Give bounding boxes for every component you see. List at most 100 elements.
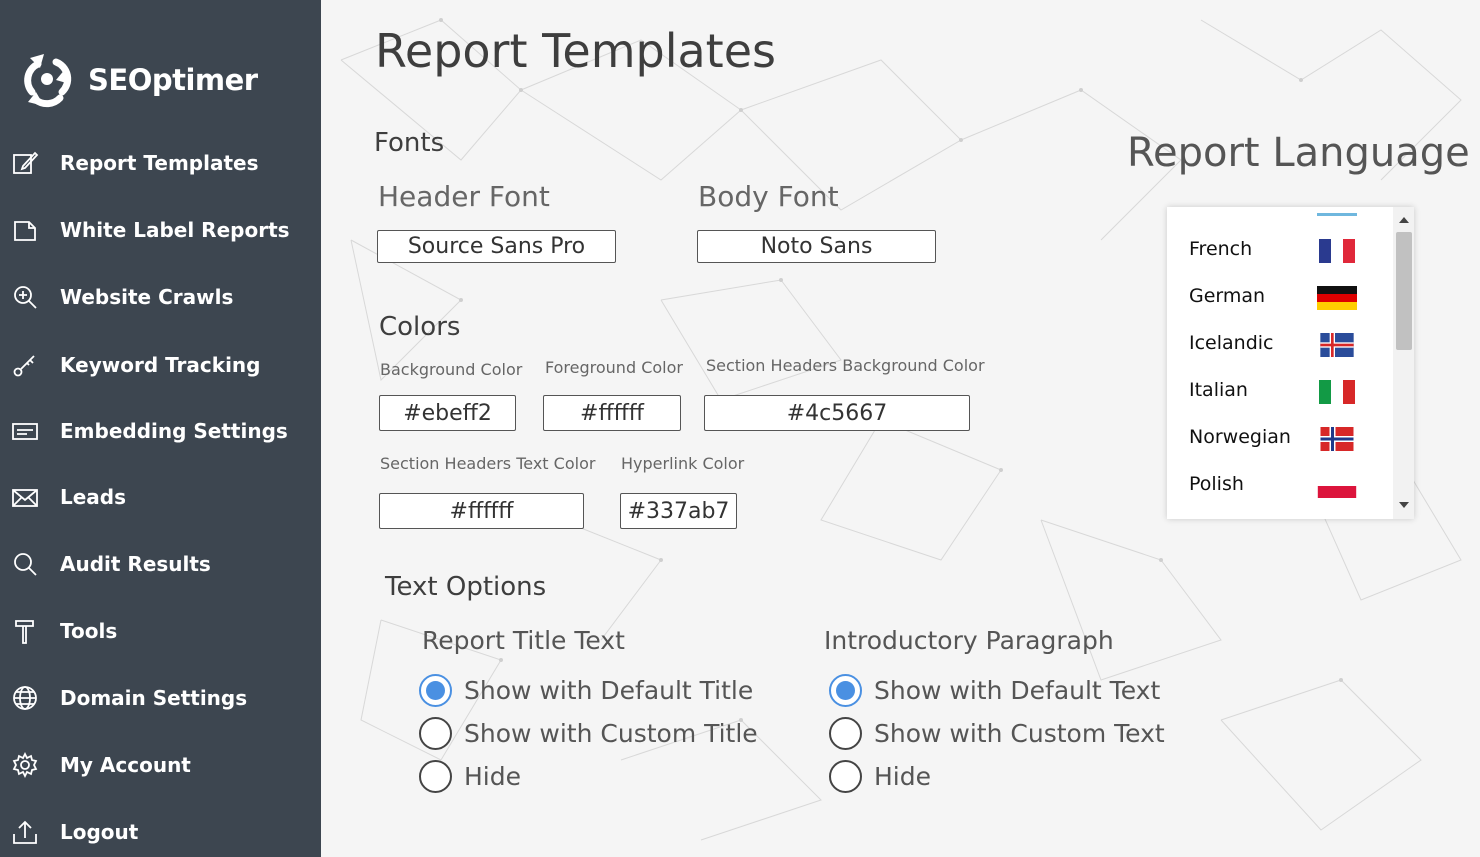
sidebar-item-label: Website Crawls xyxy=(60,285,234,309)
section-headers-text-color-input[interactable]: #ffffff xyxy=(379,493,584,529)
header-font-input[interactable]: Source Sans Pro xyxy=(377,230,616,263)
sidebar-item-label: Report Templates xyxy=(60,151,259,175)
main-content: Report Templates Fonts Header Font Sourc… xyxy=(321,0,1480,857)
hyperlink-color-input[interactable]: #337ab7 xyxy=(620,493,737,529)
partial-flag xyxy=(1317,213,1357,216)
sidebar-item-label: My Account xyxy=(60,753,191,777)
header-font-label: Header Font xyxy=(378,180,550,213)
radio-label: Show with Default Text xyxy=(874,676,1161,705)
italy-flag-icon xyxy=(1319,380,1355,404)
brand-logo[interactable]: SEOptimer xyxy=(16,48,258,112)
hyperlink-color-label: Hyperlink Color xyxy=(621,454,745,473)
norway-flag-icon xyxy=(1320,427,1354,451)
body-font-label: Body Font xyxy=(698,180,839,213)
poland-flag-icon xyxy=(1317,474,1357,498)
language-item-icelandic[interactable]: Icelandic xyxy=(1167,321,1392,368)
sidebar-item-my-account[interactable]: My Account xyxy=(0,742,321,788)
radio-button[interactable] xyxy=(419,717,452,750)
radio-label: Show with Custom Title xyxy=(464,719,758,748)
sidebar-item-domain-settings[interactable]: Domain Settings xyxy=(0,675,321,721)
body-font-input[interactable]: Noto Sans xyxy=(697,230,936,263)
report-title-text-label: Report Title Text xyxy=(422,626,625,655)
sidebar-item-label: Leads xyxy=(60,485,127,509)
sidebar-item-label: Keyword Tracking xyxy=(60,353,261,377)
section-headers-bg-color-label: Section Headers Background Color xyxy=(706,356,985,375)
background-color-label: Background Color xyxy=(380,360,523,379)
page-title: Report Templates xyxy=(375,24,776,78)
radio-button[interactable] xyxy=(829,717,862,750)
fonts-section-title: Fonts xyxy=(374,128,445,158)
radio-hide-text[interactable]: Hide xyxy=(829,760,931,793)
gear-icon xyxy=(11,751,39,779)
radio-button[interactable] xyxy=(829,760,862,793)
radio-button[interactable] xyxy=(419,760,452,793)
radio-label: Show with Default Title xyxy=(464,676,754,705)
report-language-title: Report Language xyxy=(1127,130,1470,176)
foreground-color-input[interactable]: #ffffff xyxy=(543,395,681,431)
germany-flag-icon xyxy=(1317,286,1357,310)
sidebar-item-tools[interactable]: Tools xyxy=(0,608,321,654)
radio-label: Hide xyxy=(464,762,521,791)
iceland-flag-icon xyxy=(1320,333,1354,357)
intro-paragraph-label: Introductory Paragraph xyxy=(824,626,1114,655)
search-icon xyxy=(11,550,39,578)
embed-icon xyxy=(11,417,39,445)
foreground-color-label: Foreground Color xyxy=(545,358,683,377)
language-list[interactable]: French German Icelandic Italian Norwegia… xyxy=(1167,207,1414,519)
sidebar-item-label: Embedding Settings xyxy=(60,419,288,443)
edit-icon xyxy=(11,149,39,177)
sidebar-item-website-crawls[interactable]: Website Crawls xyxy=(0,274,321,320)
logout-icon xyxy=(11,818,39,846)
key-icon xyxy=(11,351,39,379)
sidebar-item-logout[interactable]: Logout xyxy=(0,809,321,855)
radio-custom-title[interactable]: Show with Custom Title xyxy=(419,717,758,750)
sidebar-item-leads[interactable]: Leads xyxy=(0,474,321,520)
radio-button[interactable] xyxy=(829,674,862,707)
radio-default-text[interactable]: Show with Default Text xyxy=(829,674,1160,707)
mail-icon xyxy=(11,483,39,511)
seoptimer-logo-icon xyxy=(24,54,72,108)
language-scrollbar-thumb[interactable] xyxy=(1396,232,1412,350)
radio-button[interactable] xyxy=(419,674,452,707)
sidebar-item-label: Logout xyxy=(60,820,139,844)
zoom-in-icon xyxy=(11,283,39,311)
sidebar-item-label: Tools xyxy=(60,619,118,643)
section-headers-text-color-label: Section Headers Text Color xyxy=(380,454,596,473)
brand-name: SEOptimer xyxy=(88,63,258,97)
language-name: Norwegian xyxy=(1189,426,1291,448)
language-name: German xyxy=(1189,285,1266,307)
background-color-input[interactable]: #ebeff2 xyxy=(379,395,516,431)
language-item-french[interactable]: French xyxy=(1167,227,1392,274)
language-name: Italian xyxy=(1189,379,1248,401)
language-name: Icelandic xyxy=(1189,332,1274,354)
language-item-norwegian[interactable]: Norwegian xyxy=(1167,415,1392,462)
globe-icon xyxy=(11,684,39,712)
sidebar: SEOptimer Report Templates White Label R… xyxy=(0,0,321,857)
radio-hide-title[interactable]: Hide xyxy=(419,760,521,793)
sidebar-item-report-templates[interactable]: Report Templates xyxy=(0,140,321,186)
radio-default-title[interactable]: Show with Default Title xyxy=(419,674,753,707)
language-item-polish[interactable]: Polish xyxy=(1167,462,1392,509)
sidebar-item-audit-results[interactable]: Audit Results xyxy=(0,541,321,587)
text-options-section-title: Text Options xyxy=(385,572,547,602)
radio-custom-text[interactable]: Show with Custom Text xyxy=(829,717,1165,750)
radio-label: Hide xyxy=(874,762,931,791)
colors-section-title: Colors xyxy=(379,312,461,342)
section-headers-bg-color-input[interactable]: #4c5667 xyxy=(704,395,970,431)
sidebar-item-label: Audit Results xyxy=(60,552,211,576)
language-name: Polish xyxy=(1189,473,1244,495)
radio-label: Show with Custom Text xyxy=(874,719,1165,748)
sidebar-item-embedding-settings[interactable]: Embedding Settings xyxy=(0,408,321,454)
sidebar-item-label: Domain Settings xyxy=(60,686,248,710)
document-icon xyxy=(11,216,39,244)
language-name: French xyxy=(1189,238,1253,260)
france-flag-icon xyxy=(1319,239,1355,263)
scroll-up-arrow-icon[interactable] xyxy=(1396,213,1412,227)
language-item-german[interactable]: German xyxy=(1167,274,1392,321)
sidebar-item-label: White Label Reports xyxy=(60,218,290,242)
sidebar-item-keyword-tracking[interactable]: Keyword Tracking xyxy=(0,342,321,388)
sidebar-item-white-label-reports[interactable]: White Label Reports xyxy=(0,207,321,253)
scroll-down-arrow-icon[interactable] xyxy=(1396,498,1412,512)
hammer-icon xyxy=(11,617,39,645)
language-item-italian[interactable]: Italian xyxy=(1167,368,1392,415)
